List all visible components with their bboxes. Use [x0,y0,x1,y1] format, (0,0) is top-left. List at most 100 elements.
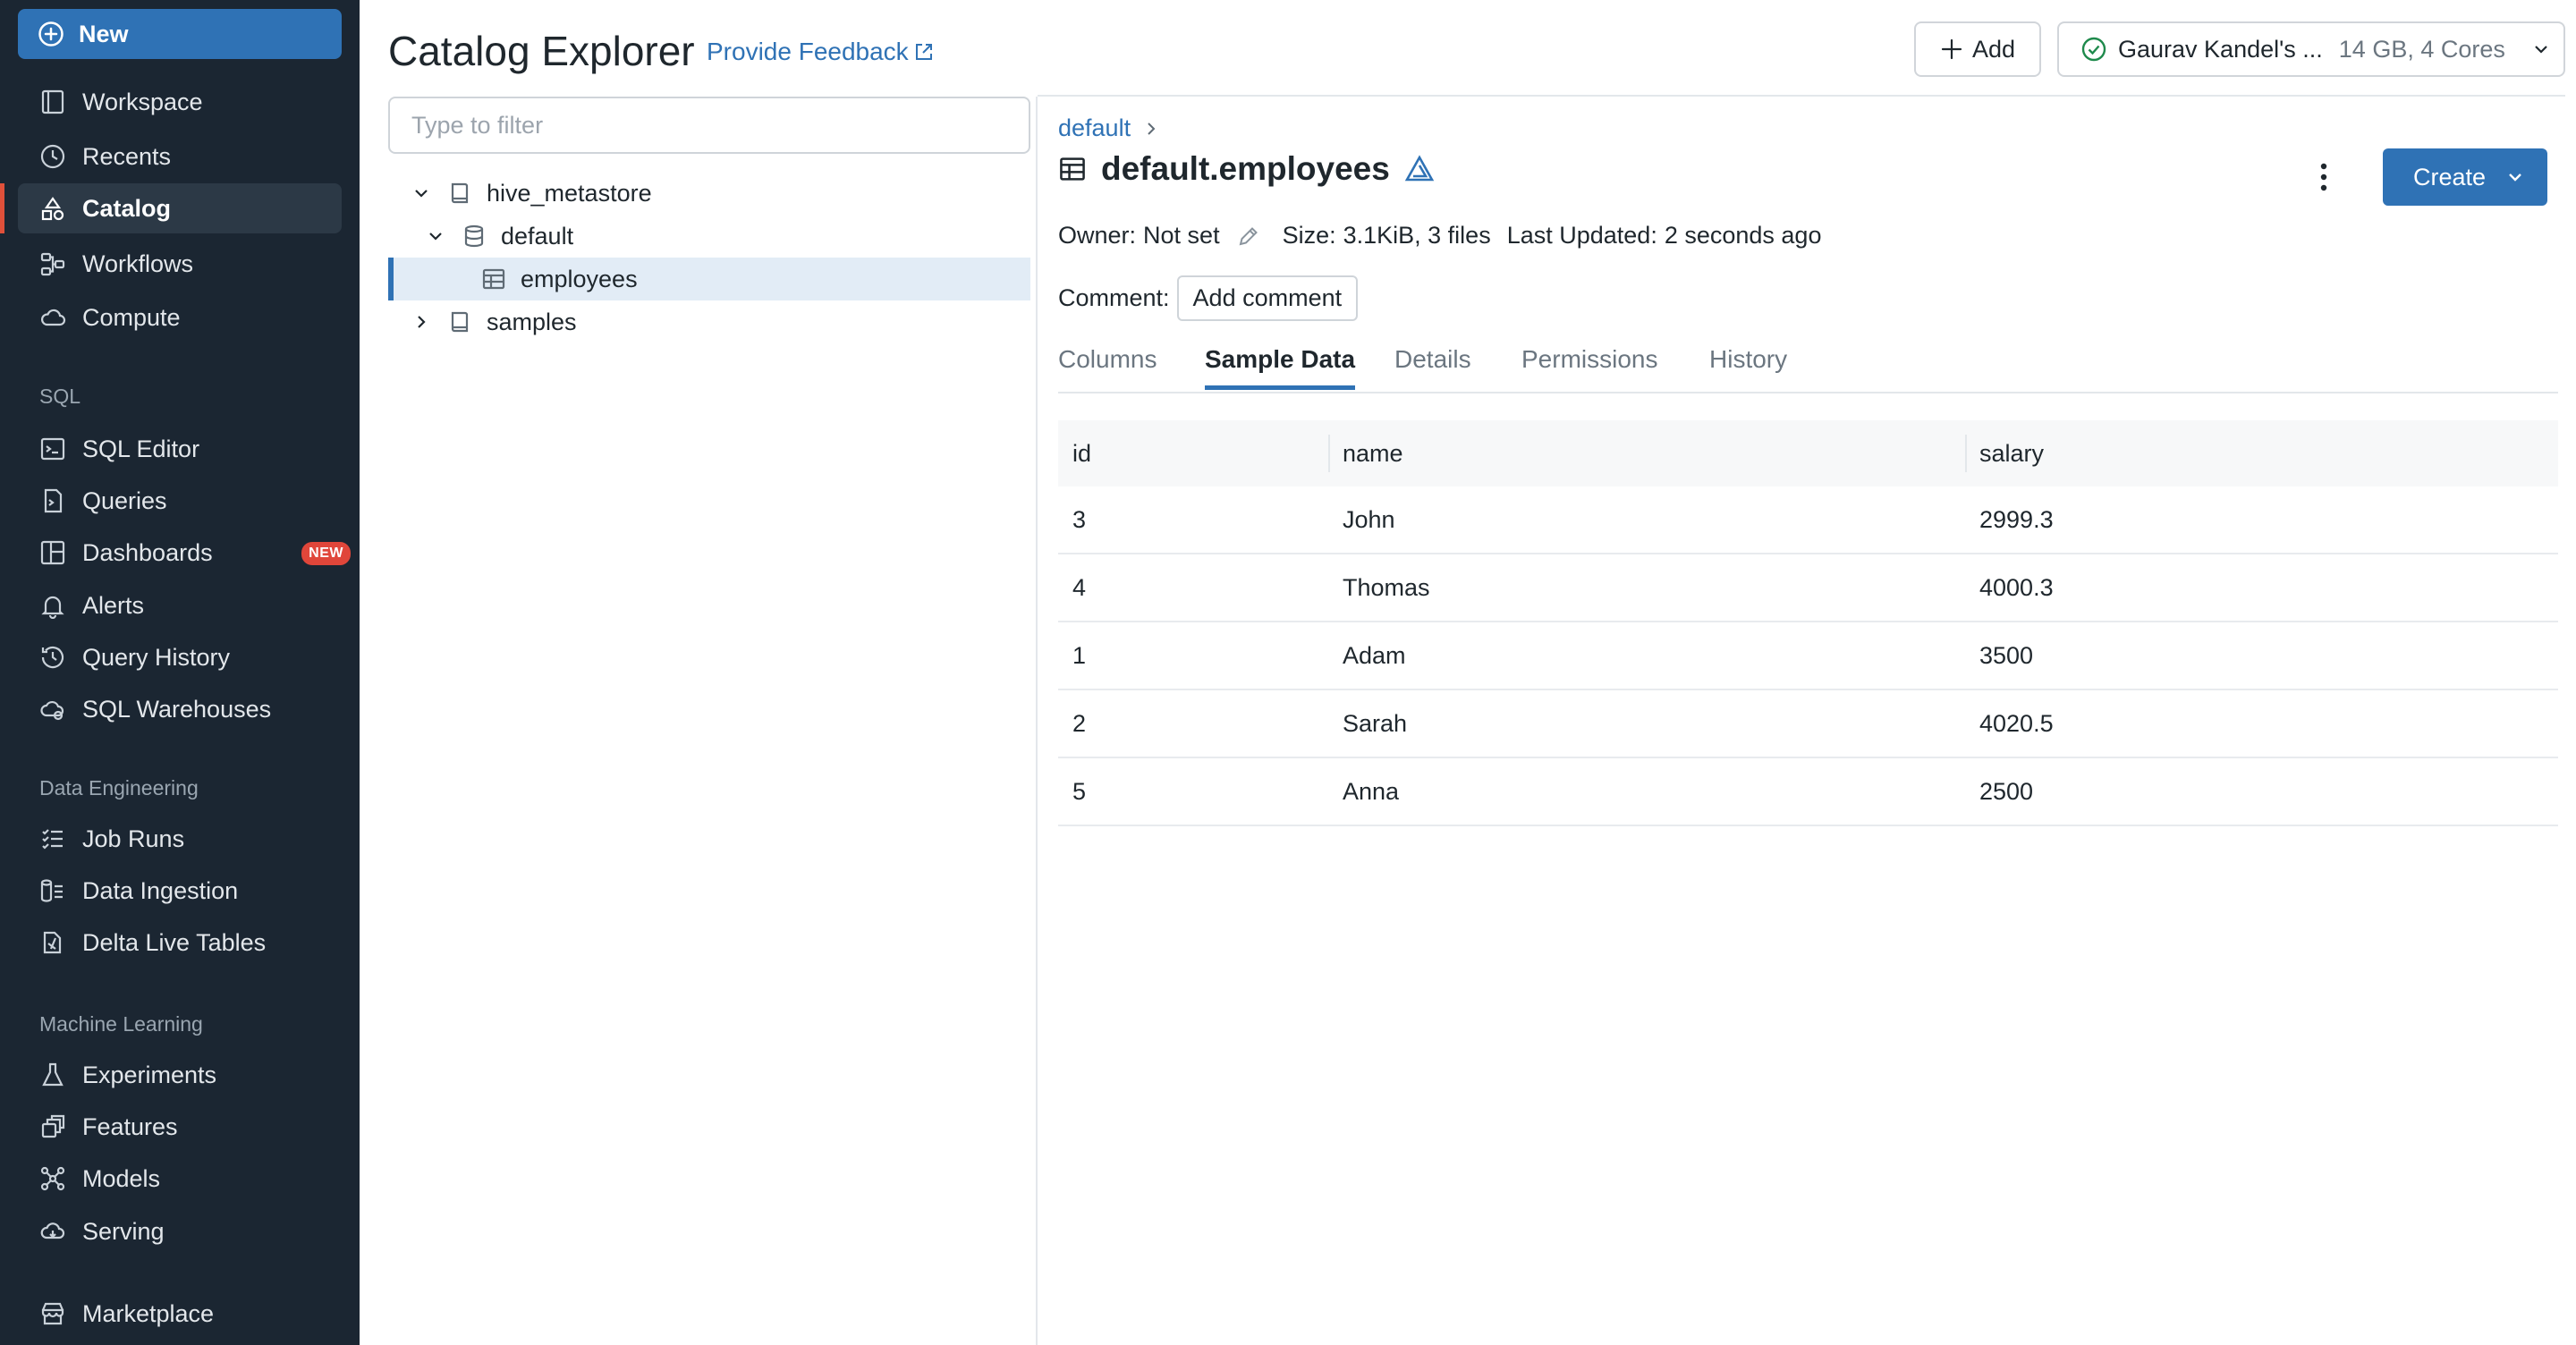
sidebar-item-query-history[interactable]: Query History [18,632,342,682]
tab-sample-data[interactable]: Sample Data [1205,345,1356,390]
table-row: 3 John 2999.3 [1058,486,2558,554]
column-header-id[interactable]: id [1058,420,1328,486]
cell-salary: 2999.3 [1965,486,2558,554]
flask-icon [38,1060,68,1090]
sidebar-item-label: Marketplace [82,1299,215,1327]
queries-icon [38,486,68,516]
tree-item-hive-metastore[interactable]: hive_metastore [388,172,1030,215]
table-row: 2 Sarah 4020.5 [1058,689,2558,758]
sidebar-item-models[interactable]: Models [18,1154,342,1204]
section-label-machine-learning: Machine Learning [39,1012,203,1036]
catalog-book-icon [447,181,472,206]
breadcrumb-default-link[interactable]: default [1058,114,1131,142]
add-button-label: Add [1971,35,2016,63]
tree-item-default[interactable]: default [388,215,1030,258]
external-link-icon [914,42,934,62]
new-button[interactable]: New [18,9,342,59]
sidebar-item-experiments[interactable]: Experiments [18,1050,342,1100]
sidebar-item-serving[interactable]: Serving [18,1206,342,1256]
cell-name: Anna [1328,757,1965,826]
sidebar-item-label: Delta Live Tables [82,928,267,956]
cell-id: 5 [1058,757,1328,826]
tab-columns[interactable]: Columns [1058,345,1157,390]
sidebar-item-features[interactable]: Features [18,1102,342,1152]
column-header-salary[interactable]: salary [1965,420,2558,486]
tree-item-label: employees [521,265,638,292]
table-name: default.employees [1101,150,1390,187]
sql-editor-icon [38,434,68,464]
workspace-icon [38,87,68,117]
table-icon [481,266,506,292]
table-row: 5 Anna 2500 [1058,757,2558,826]
tree-item-employees[interactable]: employees [388,258,1030,300]
comment-label: Comment: [1058,284,1170,311]
catalog-book-icon [447,309,472,334]
cluster-selector[interactable]: Gaurav Kandel's ... 14 GB, 4 Cores [2057,21,2565,77]
serving-icon [38,1216,68,1247]
tab-bar: Columns Sample Data Details Permissions … [1058,345,2558,393]
tree-item-samples[interactable]: samples [388,300,1030,343]
sidebar-item-label: Data Ingestion [82,876,239,904]
sidebar-item-recents[interactable]: Recents [18,131,342,182]
dashboards-icon [38,537,68,568]
chevron-down-icon [2505,167,2525,187]
sidebar-item-data-ingestion[interactable]: Data Ingestion [18,866,342,916]
sidebar-item-compute[interactable]: Compute [18,292,342,343]
sidebar-item-label: Experiments [82,1061,217,1088]
workflows-icon [38,249,68,279]
new-button-label: New [79,20,129,47]
tab-details[interactable]: Details [1394,345,1471,390]
sidebar-item-label: Query History [82,643,231,671]
sidebar-item-sql-editor[interactable]: SQL Editor [18,424,342,474]
marketplace-icon [38,1298,68,1329]
sidebar-item-label: Features [82,1112,178,1140]
add-comment-button[interactable]: Add comment [1176,275,1359,321]
table-icon [1058,155,1087,183]
sidebar-item-label: Models [82,1164,161,1192]
table-header-row: id name salary [1058,420,2558,486]
create-button-label: Create [2413,163,2487,190]
sidebar-item-marketplace[interactable]: Marketplace [18,1289,342,1339]
provide-feedback-link[interactable]: Provide Feedback [707,38,934,66]
filter-input[interactable] [388,97,1030,154]
sidebar-item-label: SQL Editor [82,435,200,462]
column-header-name[interactable]: name [1328,420,1965,486]
sidebar-item-job-runs[interactable]: Job Runs [18,814,342,864]
cell-id: 3 [1058,486,1328,554]
size-value: 3.1KiB, 3 files [1343,222,1491,249]
sidebar-item-alerts[interactable]: Alerts [18,580,342,630]
chevron-down-icon [2531,39,2551,59]
sidebar-item-label: Recents [82,142,172,170]
cell-name: Sarah [1328,689,1965,758]
more-options-icon[interactable] [2318,157,2329,197]
cell-salary: 3500 [1965,622,2558,690]
pencil-icon[interactable] [1236,224,1261,249]
sidebar-item-catalog[interactable]: Catalog [0,183,342,233]
breadcrumb: default [1058,114,1159,142]
sidebar-item-label: Serving [82,1217,165,1245]
size-label: Size: [1282,222,1336,249]
features-icon [38,1112,68,1142]
tree-item-label: samples [487,308,577,335]
sidebar-item-workspace[interactable]: Workspace [18,77,342,127]
sidebar-item-dashboards[interactable]: Dashboards NEW [18,528,351,578]
cell-name: Adam [1328,622,1965,690]
sidebar-item-delta-live-tables[interactable]: Delta Live Tables [18,918,342,968]
add-button[interactable]: Add [1914,21,2041,77]
sidebar-item-workflows[interactable]: Workflows [18,239,342,289]
create-button[interactable]: Create [2383,148,2547,206]
table-row: 4 Thomas 4000.3 [1058,554,2558,622]
sidebar-item-sql-warehouses[interactable]: SQL Warehouses [18,684,342,734]
last-updated-label: Last Updated: [1506,222,1657,249]
chevron-down-icon[interactable] [411,183,431,203]
tab-history[interactable]: History [1709,345,1787,390]
sidebar-item-queries[interactable]: Queries [18,476,342,526]
chevron-right-icon[interactable] [411,312,431,332]
delta-format-icon [1404,154,1435,184]
ingestion-icon [38,876,68,906]
clock-icon [38,141,68,172]
chevron-down-icon[interactable] [426,226,445,246]
tab-permissions[interactable]: Permissions [1521,345,1657,390]
sidebar-item-label: Catalog [82,194,172,222]
cell-name: Thomas [1328,554,1965,622]
